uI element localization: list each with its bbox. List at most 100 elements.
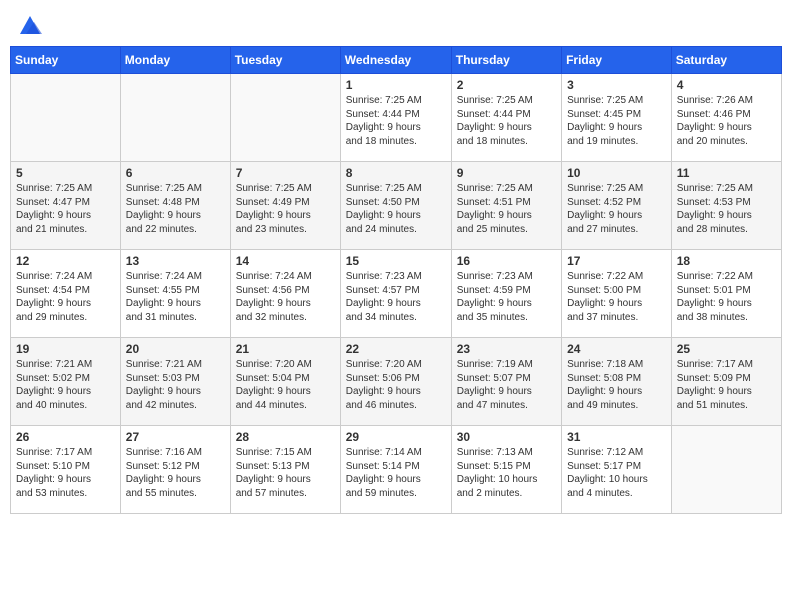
calendar-cell: 30 Sunrise: 7:13 AM Sunset: 5:15 PM Dayli… <box>451 426 561 514</box>
calendar-cell: 16 Sunrise: 7:23 AM Sunset: 4:59 PM Dayli… <box>451 250 561 338</box>
day-info: Sunrise: 7:25 AM Sunset: 4:49 PM Dayligh… <box>236 182 335 236</box>
day-info: Sunrise: 7:12 AM Sunset: 5:17 PM Dayligh… <box>567 446 666 500</box>
calendar-cell: 29 Sunrise: 7:14 AM Sunset: 5:14 PM Dayli… <box>340 426 451 514</box>
calendar-cell: 26Sunrise: 7:17 AM Sunset: 5:10 PM Dayli… <box>11 426 121 514</box>
calendar-cell: 15 Sunrise: 7:23 AM Sunset: 4:57 PM Dayli… <box>340 250 451 338</box>
day-number: 6 <box>126 166 225 180</box>
day-info: Sunrise: 7:24 AM Sunset: 4:54 PM Dayligh… <box>16 270 115 324</box>
calendar-week-row: 5 Sunrise: 7:25 AM Sunset: 4:47 PM Daylig… <box>11 162 782 250</box>
calendar-cell: 4 Sunrise: 7:26 AM Sunset: 4:46 PM Daylig… <box>671 74 781 162</box>
logo-icon <box>16 10 44 38</box>
day-info: Sunrise: 7:21 AM Sunset: 5:02 PM Dayligh… <box>16 358 115 412</box>
day-info: Sunrise: 7:17 AM Sunset: 5:09 PM Dayligh… <box>677 358 776 412</box>
day-number: 31 <box>567 430 666 444</box>
calendar-cell: 3 Sunrise: 7:25 AM Sunset: 4:45 PM Daylig… <box>562 74 672 162</box>
day-number: 12 <box>16 254 115 268</box>
day-info: Sunrise: 7:19 AM Sunset: 5:07 PM Dayligh… <box>457 358 556 412</box>
calendar-cell: 22Sunrise: 7:20 AM Sunset: 5:06 PM Dayli… <box>340 338 451 426</box>
calendar-cell: 6 Sunrise: 7:25 AM Sunset: 4:48 PM Daylig… <box>120 162 230 250</box>
day-number: 14 <box>236 254 335 268</box>
day-info: Sunrise: 7:25 AM Sunset: 4:44 PM Dayligh… <box>457 94 556 148</box>
day-info: Sunrise: 7:25 AM Sunset: 4:45 PM Dayligh… <box>567 94 666 148</box>
page: SundayMondayTuesdayWednesdayThursdayFrid… <box>0 0 792 612</box>
day-number: 30 <box>457 430 556 444</box>
day-of-week-header: Thursday <box>451 47 561 74</box>
calendar-cell: 1 Sunrise: 7:25 AM Sunset: 4:44 PM Daylig… <box>340 74 451 162</box>
calendar-cell: 10 Sunrise: 7:25 AM Sunset: 4:52 PM Dayli… <box>562 162 672 250</box>
day-number: 28 <box>236 430 335 444</box>
day-of-week-header: Saturday <box>671 47 781 74</box>
calendar-cell <box>11 74 121 162</box>
day-info: Sunrise: 7:14 AM Sunset: 5:14 PM Dayligh… <box>346 446 446 500</box>
day-info: Sunrise: 7:25 AM Sunset: 4:47 PM Dayligh… <box>16 182 115 236</box>
day-number: 18 <box>677 254 776 268</box>
calendar-cell: 19 Sunrise: 7:21 AM Sunset: 5:02 PM Dayli… <box>11 338 121 426</box>
calendar-table: SundayMondayTuesdayWednesdayThursdayFrid… <box>10 46 782 514</box>
day-info: Sunrise: 7:25 AM Sunset: 4:53 PM Dayligh… <box>677 182 776 236</box>
day-number: 16 <box>457 254 556 268</box>
day-number: 20 <box>126 342 225 356</box>
day-info: Sunrise: 7:21 AM Sunset: 5:03 PM Dayligh… <box>126 358 225 412</box>
calendar-cell: 25Sunrise: 7:17 AM Sunset: 5:09 PM Dayli… <box>671 338 781 426</box>
day-info: Sunrise: 7:22 AM Sunset: 5:00 PM Dayligh… <box>567 270 666 324</box>
day-number: 19 <box>16 342 115 356</box>
calendar-cell: 28Sunrise: 7:15 AM Sunset: 5:13 PM Dayli… <box>230 426 340 514</box>
day-number: 1 <box>346 78 446 92</box>
calendar-cell: 27 Sunrise: 7:16 AM Sunset: 5:12 PM Dayli… <box>120 426 230 514</box>
day-number: 21 <box>236 342 335 356</box>
day-info: Sunrise: 7:25 AM Sunset: 4:52 PM Dayligh… <box>567 182 666 236</box>
calendar-week-row: 12 Sunrise: 7:24 AM Sunset: 4:54 PM Dayli… <box>11 250 782 338</box>
day-of-week-header: Friday <box>562 47 672 74</box>
day-info: Sunrise: 7:25 AM Sunset: 4:50 PM Dayligh… <box>346 182 446 236</box>
day-info: Sunrise: 7:16 AM Sunset: 5:12 PM Dayligh… <box>126 446 225 500</box>
day-number: 11 <box>677 166 776 180</box>
day-of-week-header: Wednesday <box>340 47 451 74</box>
day-info: Sunrise: 7:18 AM Sunset: 5:08 PM Dayligh… <box>567 358 666 412</box>
day-number: 10 <box>567 166 666 180</box>
day-info: Sunrise: 7:24 AM Sunset: 4:55 PM Dayligh… <box>126 270 225 324</box>
day-number: 26 <box>16 430 115 444</box>
calendar-cell: 12 Sunrise: 7:24 AM Sunset: 4:54 PM Dayli… <box>11 250 121 338</box>
calendar-cell: 18 Sunrise: 7:22 AM Sunset: 5:01 PM Dayli… <box>671 250 781 338</box>
day-number: 15 <box>346 254 446 268</box>
calendar-cell: 8 Sunrise: 7:25 AM Sunset: 4:50 PM Daylig… <box>340 162 451 250</box>
calendar-cell: 14Sunrise: 7:24 AM Sunset: 4:56 PM Dayli… <box>230 250 340 338</box>
calendar-cell: 2 Sunrise: 7:25 AM Sunset: 4:44 PM Daylig… <box>451 74 561 162</box>
calendar-cell: 11 Sunrise: 7:25 AM Sunset: 4:53 PM Dayli… <box>671 162 781 250</box>
day-info: Sunrise: 7:25 AM Sunset: 4:48 PM Dayligh… <box>126 182 225 236</box>
day-number: 4 <box>677 78 776 92</box>
day-number: 24 <box>567 342 666 356</box>
calendar-header-row: SundayMondayTuesdayWednesdayThursdayFrid… <box>11 47 782 74</box>
day-of-week-header: Sunday <box>11 47 121 74</box>
calendar-cell: 7 Sunrise: 7:25 AM Sunset: 4:49 PM Daylig… <box>230 162 340 250</box>
calendar-cell: 13Sunrise: 7:24 AM Sunset: 4:55 PM Dayli… <box>120 250 230 338</box>
calendar-cell: 31 Sunrise: 7:12 AM Sunset: 5:17 PM Dayli… <box>562 426 672 514</box>
day-number: 2 <box>457 78 556 92</box>
day-number: 3 <box>567 78 666 92</box>
day-number: 8 <box>346 166 446 180</box>
calendar-cell <box>671 426 781 514</box>
day-info: Sunrise: 7:20 AM Sunset: 5:04 PM Dayligh… <box>236 358 335 412</box>
day-number: 17 <box>567 254 666 268</box>
day-number: 7 <box>236 166 335 180</box>
day-number: 5 <box>16 166 115 180</box>
day-info: Sunrise: 7:25 AM Sunset: 4:44 PM Dayligh… <box>346 94 446 148</box>
day-info: Sunrise: 7:23 AM Sunset: 4:59 PM Dayligh… <box>457 270 556 324</box>
day-info: Sunrise: 7:25 AM Sunset: 4:51 PM Dayligh… <box>457 182 556 236</box>
day-info: Sunrise: 7:22 AM Sunset: 5:01 PM Dayligh… <box>677 270 776 324</box>
calendar-cell: 5 Sunrise: 7:25 AM Sunset: 4:47 PM Daylig… <box>11 162 121 250</box>
day-info: Sunrise: 7:20 AM Sunset: 5:06 PM Dayligh… <box>346 358 446 412</box>
day-info: Sunrise: 7:13 AM Sunset: 5:15 PM Dayligh… <box>457 446 556 500</box>
day-info: Sunrise: 7:23 AM Sunset: 4:57 PM Dayligh… <box>346 270 446 324</box>
day-number: 9 <box>457 166 556 180</box>
logo <box>14 10 44 38</box>
calendar-week-row: 19 Sunrise: 7:21 AM Sunset: 5:02 PM Dayli… <box>11 338 782 426</box>
calendar-cell: 21 Sunrise: 7:20 AM Sunset: 5:04 PM Dayli… <box>230 338 340 426</box>
calendar-cell: 24 Sunrise: 7:18 AM Sunset: 5:08 PM Dayli… <box>562 338 672 426</box>
header <box>10 10 782 38</box>
day-number: 29 <box>346 430 446 444</box>
day-number: 27 <box>126 430 225 444</box>
day-of-week-header: Monday <box>120 47 230 74</box>
calendar-week-row: 1 Sunrise: 7:25 AM Sunset: 4:44 PM Daylig… <box>11 74 782 162</box>
day-info: Sunrise: 7:26 AM Sunset: 4:46 PM Dayligh… <box>677 94 776 148</box>
